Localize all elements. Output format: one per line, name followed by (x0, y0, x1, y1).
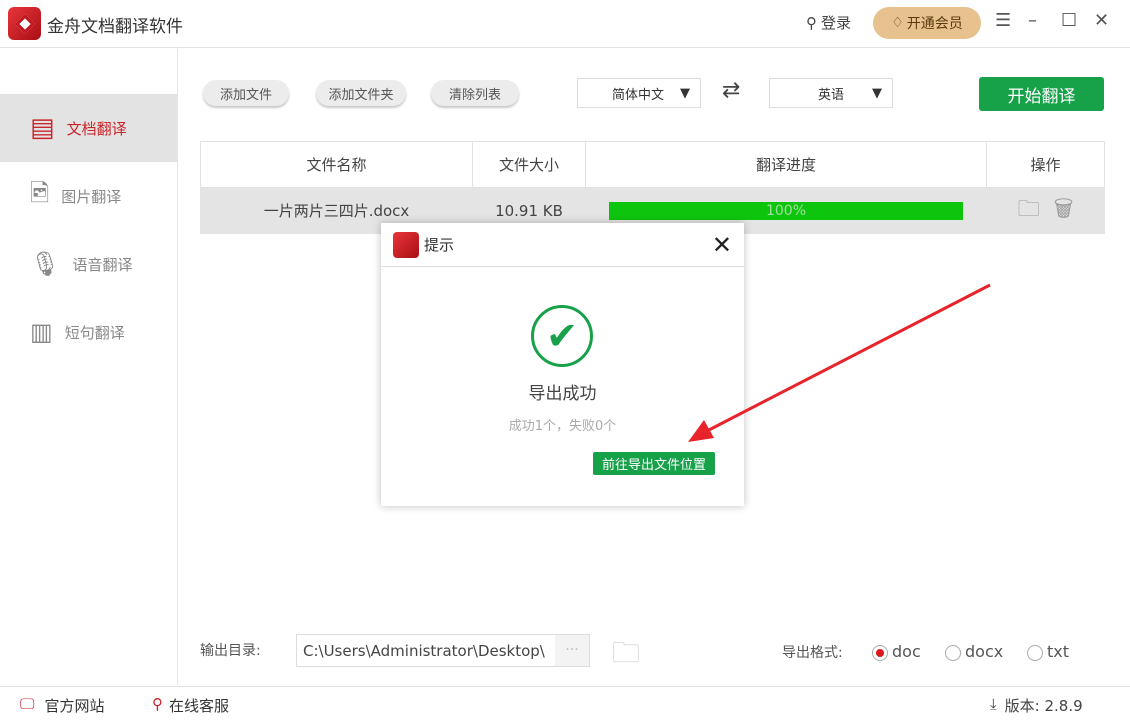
support-link[interactable]: ⚲ 在线客服 (152, 695, 229, 716)
format-label: txt (1047, 642, 1070, 661)
output-path-value: C:\Users\Administrator\Desktop\ (303, 641, 545, 660)
arrow-head (688, 420, 714, 442)
version-info[interactable]: ⤓ 版本: 2.8.9 (990, 695, 1083, 716)
support-label: 在线客服 (169, 697, 230, 715)
annotation-arrow (688, 283, 991, 442)
radio-icon (872, 644, 888, 661)
format-label: doc (892, 642, 921, 661)
export-format-label: 导出格式: (782, 645, 843, 661)
download-icon: ⤓ (990, 695, 997, 713)
format-radio-doc[interactable]: doc (872, 642, 921, 661)
website-link[interactable]: 🖵 官方网站 (20, 695, 104, 716)
radio-icon (945, 644, 961, 661)
version-label: 版本: 2.8.9 (1004, 697, 1083, 715)
format-radio-txt[interactable]: txt (1027, 642, 1069, 661)
browse-button[interactable]: ··· (555, 635, 589, 666)
monitor-icon: 🖵 (20, 695, 35, 713)
output-path-field[interactable]: C:\Users\Administrator\Desktop\ ··· (296, 634, 590, 667)
output-dir-label: 输出目录: (200, 643, 261, 659)
website-label: 官方网站 (44, 697, 105, 715)
footer: 🖵 官方网站 ⚲ 在线客服 ⤓ 版本: 2.8.9 (0, 686, 1130, 724)
format-radio-docx[interactable]: docx (945, 642, 1003, 661)
radio-icon (1027, 644, 1043, 661)
open-output-folder-icon[interactable]: 🗀 (612, 632, 640, 680)
arrow-line (704, 283, 991, 434)
support-icon: ⚲ (152, 695, 163, 713)
format-label: docx (965, 642, 1004, 661)
